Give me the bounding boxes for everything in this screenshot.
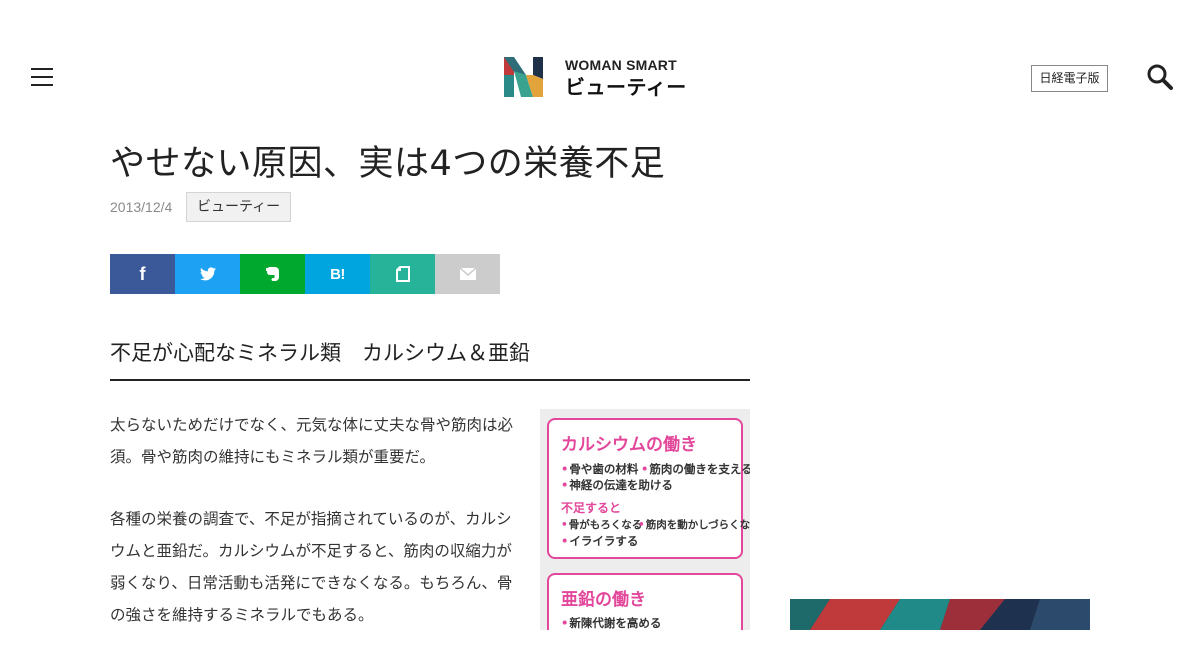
- paragraph: 太らないためだけでなく、元気な体に丈夫な骨や筋肉は必須。骨や筋肉の維持にもミネラ…: [110, 416, 514, 466]
- facebook-icon: f: [139, 263, 146, 284]
- zinc-benefit: 新陳代謝を高める: [561, 615, 661, 630]
- article-date: 2013/12/4: [110, 199, 173, 215]
- paragraph: 各種の栄養の調査で、不足が指摘されているのが、カルシウムと亜鉛だ。カルシウムが不…: [110, 510, 513, 624]
- menu-icon[interactable]: [31, 68, 53, 86]
- calcium-benefit: 骨や歯の材料: [561, 461, 638, 477]
- article-body: 太らないためだけでなく、元気な体に丈夫な骨や筋肉は必須。骨や筋肉の維持にもミネラ…: [110, 409, 515, 661]
- zinc-panel: 亜鉛の働き 新陳代謝を高める: [547, 573, 743, 630]
- mineral-infographic: カルシウムの働き 骨や歯の材料 筋肉の働きを支える 神経の伝達を助ける 不足する…: [540, 409, 750, 630]
- calcium-panel: カルシウムの働き 骨や歯の材料 筋肉の働きを支える 神経の伝達を助ける 不足する…: [547, 418, 750, 559]
- share-bar: f B!: [110, 254, 500, 294]
- logo-en-text: WOMAN SMART: [565, 56, 677, 73]
- hatena-bookmark-icon: B!: [330, 265, 345, 283]
- mail-icon: [459, 268, 476, 280]
- calcium-benefit: 神経の伝達を助ける: [561, 477, 673, 493]
- article-title: やせない原因、実は4つの栄養不足: [110, 144, 666, 184]
- facebook-share-button[interactable]: f: [110, 254, 175, 294]
- evernote-icon: [265, 267, 279, 281]
- pocket-icon: [395, 266, 410, 282]
- section-heading: 不足が心配なミネラル類 カルシウム＆亜鉛: [110, 337, 750, 381]
- zinc-title: 亜鉛の働き: [561, 590, 646, 610]
- calcium-title: カルシウムの働き: [561, 435, 697, 455]
- calcium-deficit: 筋肉を動かしづらくなる: [638, 517, 750, 532]
- calcium-deficit: イライラする: [561, 533, 638, 549]
- mail-share-button[interactable]: [435, 254, 500, 294]
- twitter-icon: [199, 267, 216, 281]
- calcium-deficit: 骨がもろくなる: [561, 517, 643, 532]
- evernote-share-button[interactable]: [240, 254, 305, 294]
- category-tag[interactable]: ビューティー: [186, 192, 292, 222]
- pocket-share-button[interactable]: [370, 254, 435, 294]
- logo-ja-text: ビューティー: [565, 74, 687, 99]
- nikkei-edition-button[interactable]: 日経電子版: [1031, 65, 1108, 92]
- calcium-deficit-heading: 不足すると: [561, 501, 622, 515]
- sidebar-ad-image[interactable]: [790, 599, 1090, 630]
- site-logo[interactable]: WOMAN SMART ビューティー: [504, 57, 687, 97]
- hatena-bookmark-button[interactable]: B!: [305, 254, 370, 294]
- calcium-benefit: 筋肉の働きを支える: [641, 461, 750, 477]
- twitter-share-button[interactable]: [175, 254, 240, 294]
- logo-mark-icon: [504, 57, 543, 97]
- search-icon[interactable]: [1146, 63, 1174, 91]
